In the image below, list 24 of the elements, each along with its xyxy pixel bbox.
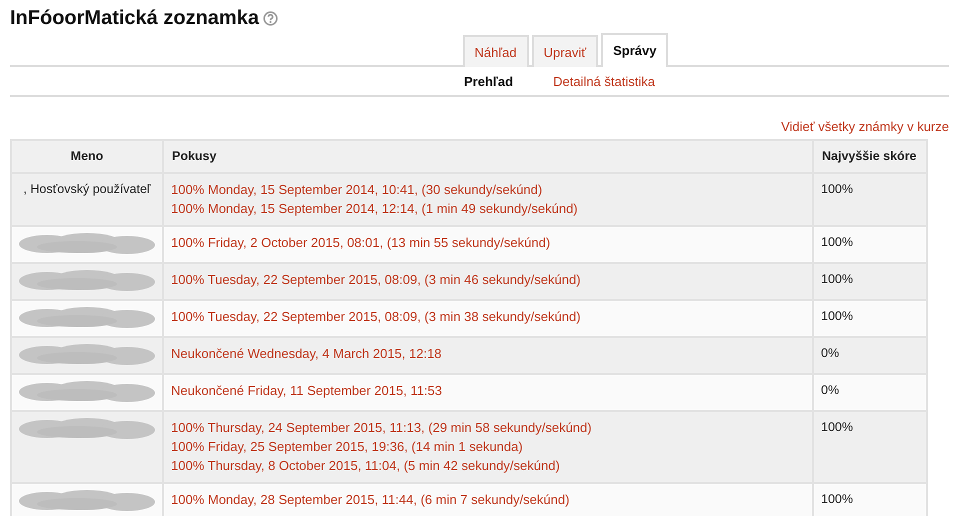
page-title: InFóoorMatická zoznamka [10, 6, 259, 30]
attempt-link[interactable]: 100% Thursday, 24 September 2015, 11:13, (29 min 58 sekundy/sekúnd) [171, 418, 592, 437]
score: 100% [821, 308, 853, 325]
tab[interactable]: Náhľad [462, 35, 529, 67]
attempt-link[interactable]: 100% Friday, 25 September 2015, 19:36, (14 min 1 sekunda) [171, 437, 523, 456]
subtab[interactable]: Detailná štatistika [553, 74, 655, 89]
column-header: Meno [11, 140, 163, 173]
score: 100% [821, 419, 853, 436]
score: 0% [821, 382, 840, 399]
column-header: Najvyššie skóre [813, 140, 927, 173]
score: 100% [821, 271, 853, 288]
column-header: Pokusy [163, 140, 813, 173]
tab[interactable]: Správy [601, 33, 668, 67]
help-icon[interactable] [262, 10, 278, 26]
subtab[interactable]: Prehľad [464, 74, 514, 89]
score: 0% [821, 345, 840, 362]
score: 100% [821, 234, 853, 251]
attempt-link[interactable]: 100% Monday, 15 September 2014, 12:14, (1 min 49 sekundy/sekúnd) [171, 199, 578, 218]
tab[interactable]: Upraviť [532, 35, 598, 67]
score: 100% [821, 491, 853, 508]
attempt-link[interactable]: 100% Thursday, 8 October 2015, 11:04, (5 min 42 sekundy/sekúnd) [171, 456, 560, 475]
score: 100% [821, 181, 853, 198]
all-grades-link[interactable]: Vidieť všetky známky v kurze [781, 119, 949, 134]
attempt-link[interactable]: 100% Monday, 15 September 2014, 10:41, (30 sekundy/sekúnd) [171, 180, 542, 199]
